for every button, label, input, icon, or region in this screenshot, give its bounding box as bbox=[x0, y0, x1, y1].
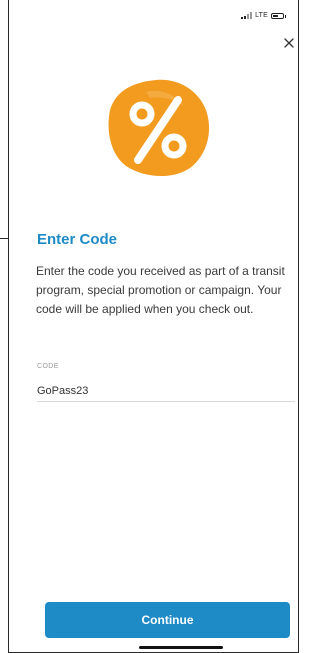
status-bar: LTE bbox=[241, 12, 286, 19]
phone-screen: LTE Enter Code Enter the code you receiv… bbox=[8, 0, 299, 653]
code-field-label: CODE bbox=[37, 363, 59, 370]
close-icon bbox=[284, 38, 294, 48]
battery-icon bbox=[271, 12, 286, 19]
page-title: Enter Code bbox=[37, 231, 118, 248]
close-button[interactable] bbox=[282, 36, 296, 50]
code-input[interactable] bbox=[37, 380, 295, 402]
home-indicator bbox=[139, 646, 223, 649]
continue-button[interactable]: Continue bbox=[45, 602, 290, 638]
signal-bars-icon bbox=[241, 12, 253, 19]
network-label: LTE bbox=[255, 12, 268, 19]
page-description: Enter the code you received as part of a… bbox=[36, 264, 285, 316]
percent-badge-icon bbox=[108, 79, 210, 177]
